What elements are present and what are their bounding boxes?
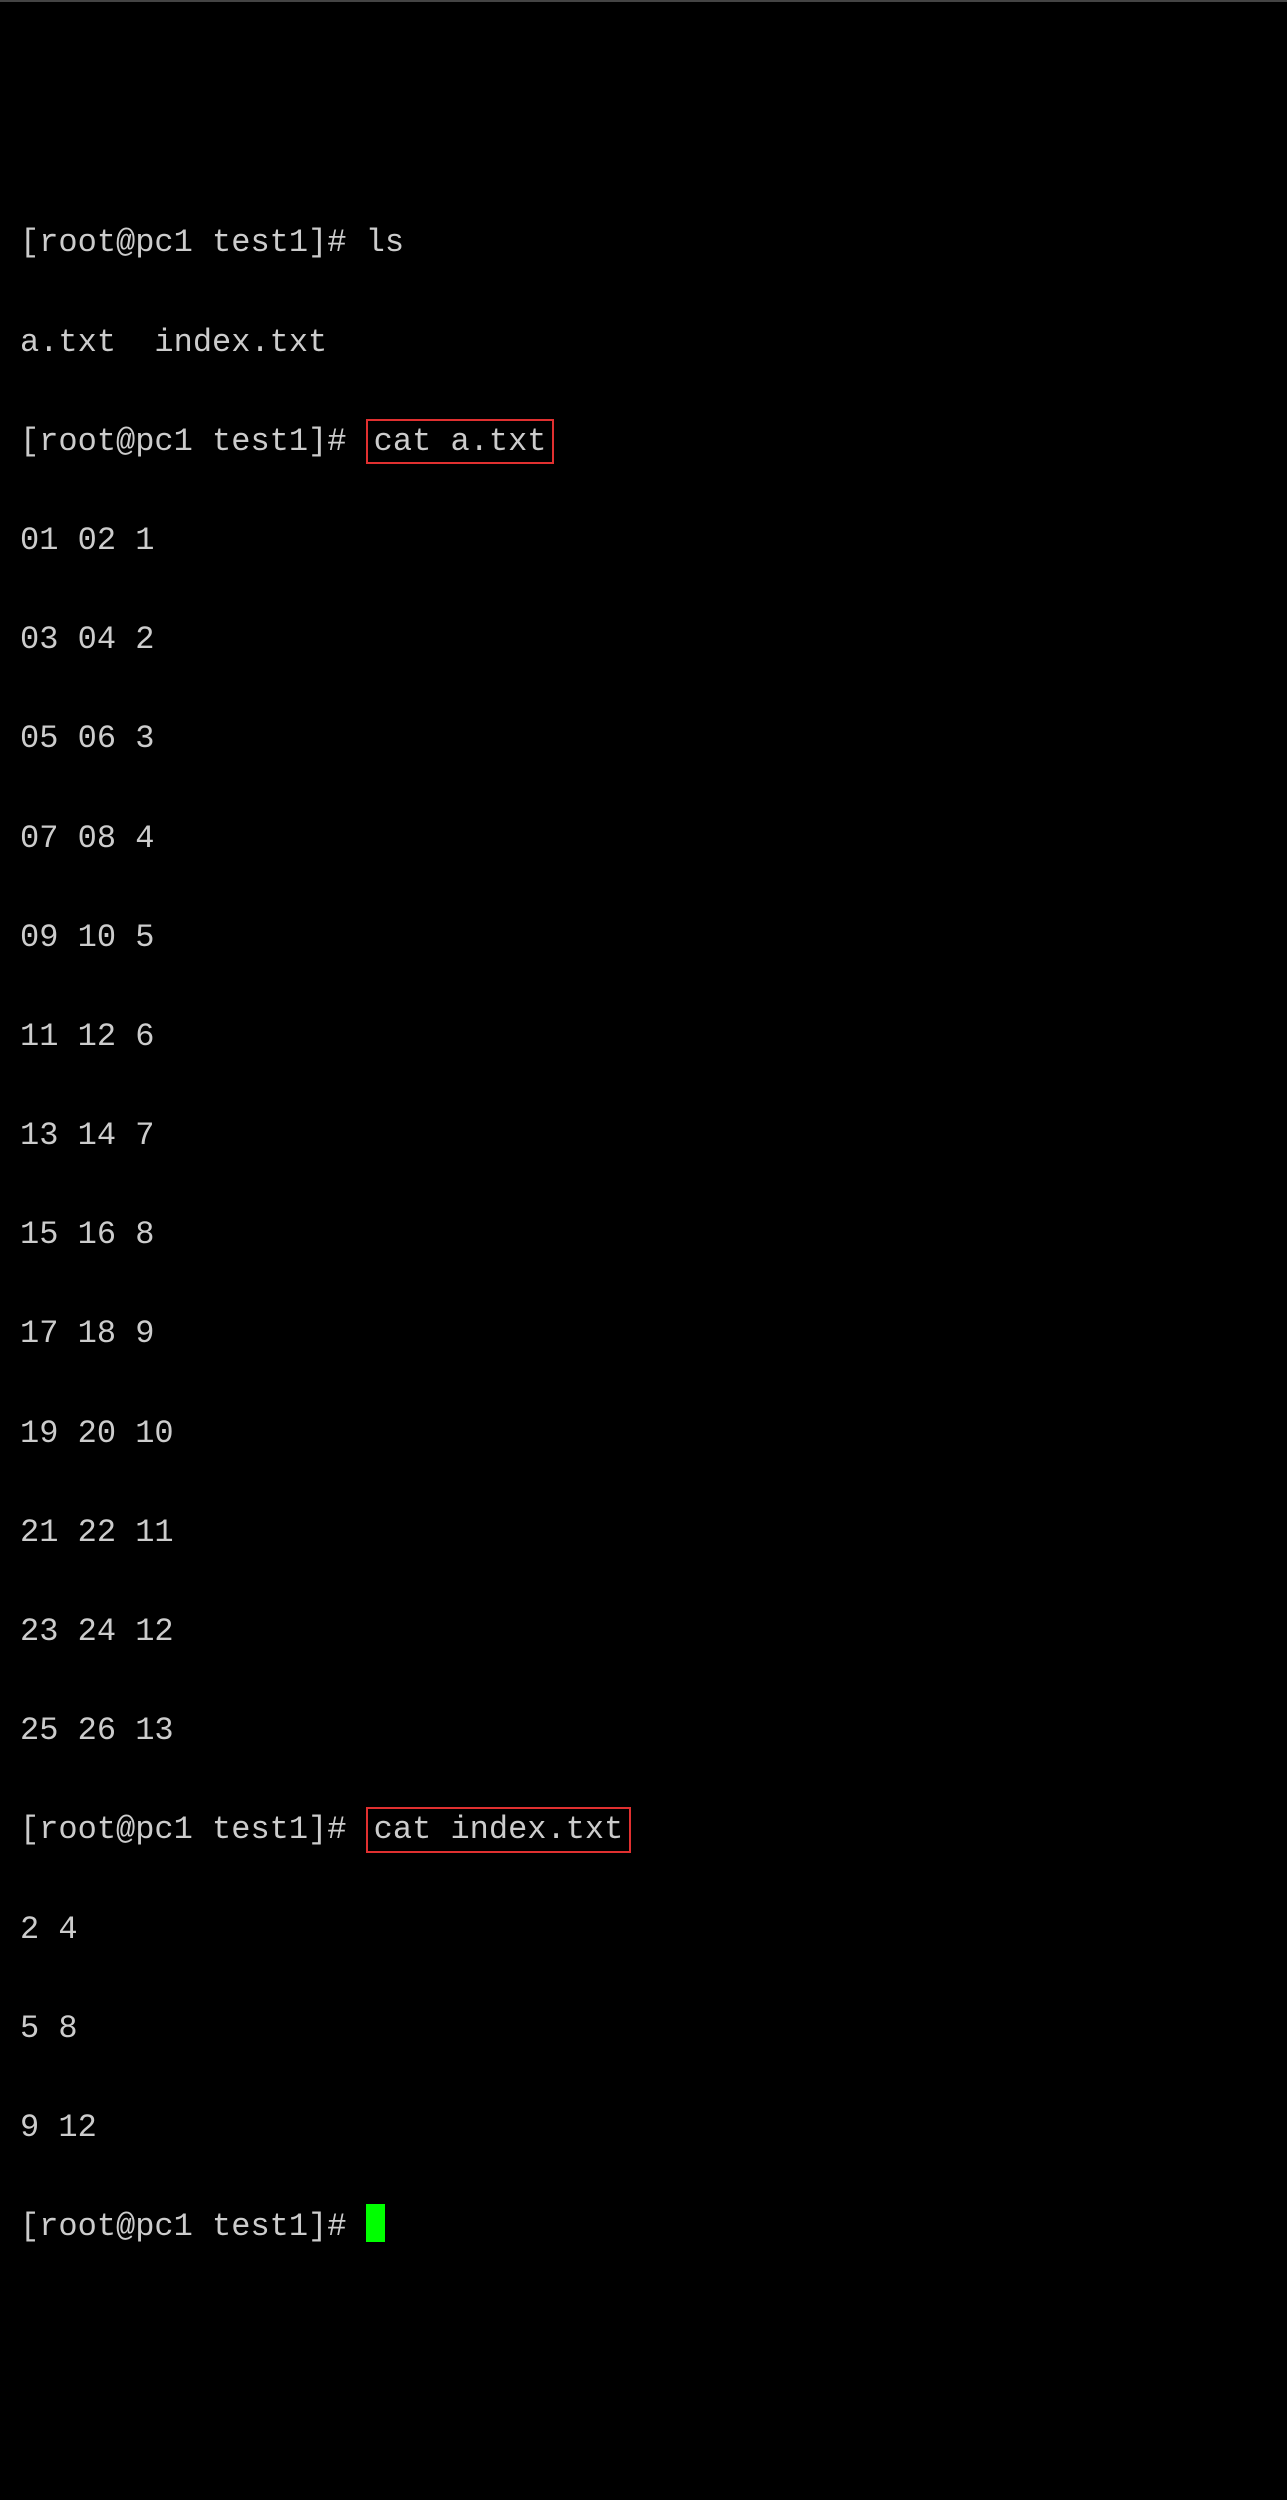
shell-prompt: [root@pc1 test1]# [20, 423, 366, 460]
output-line: 01 02 1 [20, 516, 1267, 566]
shell-prompt: [root@pc1 test1]# [20, 2208, 366, 2245]
output-line: 05 06 3 [20, 714, 1267, 764]
output-line: 13 14 7 [20, 1111, 1267, 1161]
output-line: 15 16 8 [20, 1210, 1267, 1260]
cursor-icon [366, 2204, 385, 2242]
output-line: 2 4 [20, 1905, 1267, 1955]
highlighted-command-cat-a: cat a.txt [366, 419, 555, 465]
terminal-line-prompt-cat-index: [root@pc1 test1]# cat index.txt [20, 1805, 1267, 1855]
shell-prompt: [root@pc1 test1]# [20, 1811, 366, 1848]
output-line: 09 10 5 [20, 913, 1267, 963]
terminal-line-prompt-cat-a: [root@pc1 test1]# cat a.txt [20, 417, 1267, 467]
highlighted-command-cat-index: cat index.txt [366, 1807, 632, 1853]
output-line: 17 18 9 [20, 1309, 1267, 1359]
output-line: 25 26 13 [20, 1706, 1267, 1756]
output-line: 19 20 10 [20, 1409, 1267, 1459]
output-line: 03 04 2 [20, 615, 1267, 665]
shell-prompt: [root@pc1 test1]# [20, 224, 366, 261]
output-line: 21 22 11 [20, 1508, 1267, 1558]
output-line: 07 08 4 [20, 814, 1267, 864]
output-line: 9 12 [20, 2103, 1267, 2153]
output-line: 11 12 6 [20, 1012, 1267, 1062]
terminal-line-prompt-active[interactable]: [root@pc1 test1]# [20, 2202, 1267, 2252]
ls-output: a.txt index.txt [20, 318, 1267, 368]
terminal-line-prompt-ls: [root@pc1 test1]# ls [20, 218, 1267, 268]
output-line: 5 8 [20, 2004, 1267, 2054]
command-ls: ls [366, 224, 404, 261]
output-line: 23 24 12 [20, 1607, 1267, 1657]
